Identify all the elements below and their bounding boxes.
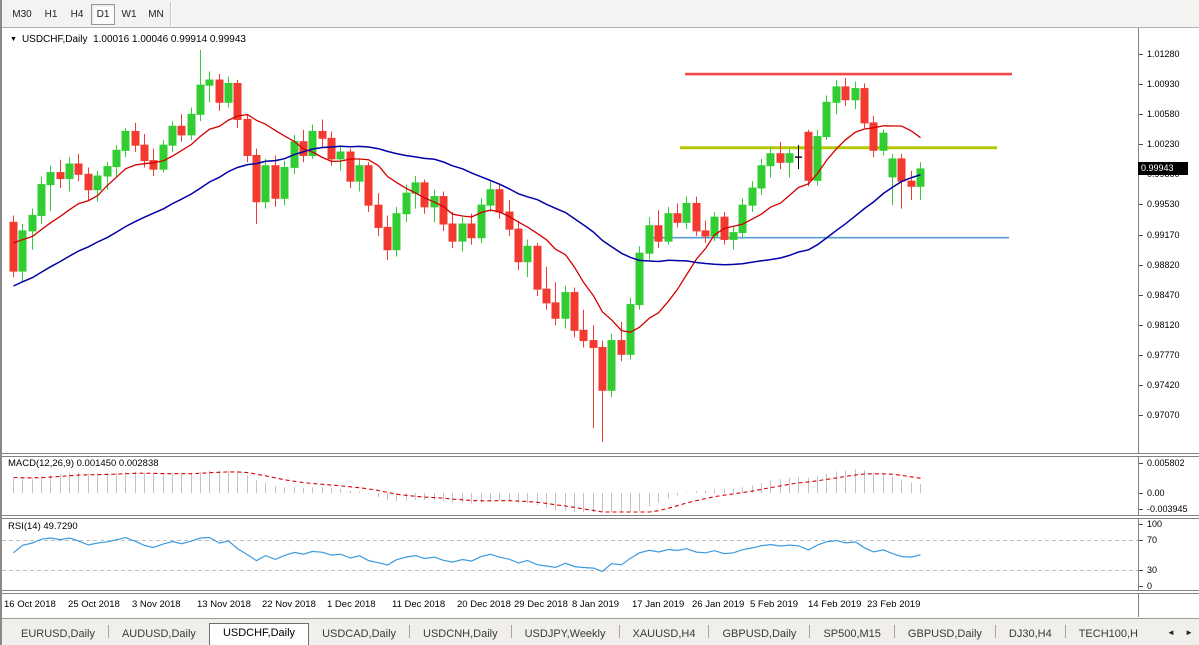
chart-ohlc-values: 1.00016 1.00046 0.99914 0.99943	[93, 34, 246, 45]
date-axis: 16 Oct 2018 25 Oct 2018 3 Nov 2018 13 Nov 2…	[2, 594, 1138, 617]
panel-separator	[2, 453, 1199, 457]
price-axis-label: 1.00230	[1147, 139, 1180, 149]
date-axis-label: 26 Jan 2019	[692, 599, 744, 610]
price-axis-label: 0.98470	[1147, 290, 1180, 300]
date-axis-label: 11 Dec 2018	[392, 599, 445, 610]
tab-scroll-arrows[interactable]: ◄ ►	[1167, 628, 1197, 637]
price-axis-label-tick	[1139, 415, 1143, 416]
date-axis-label: 29 Dec 2018	[514, 599, 568, 610]
chart-tab-gbpusd[interactable]: GBPUSD,Daily	[709, 625, 809, 645]
macd-axis-label: 0.00	[1147, 488, 1165, 498]
chart-tab-eurusd[interactable]: EURUSD,Daily	[8, 625, 108, 645]
date-axis-label: 22 Nov 2018	[262, 599, 316, 610]
macd-axis-label-tick	[1139, 493, 1143, 494]
price-axis-label-tick	[1139, 265, 1143, 266]
chart-tab-dj30[interactable]: DJ30,H4	[996, 625, 1065, 645]
rsi-indicator-label: RSI(14) 49.7290	[8, 521, 78, 532]
price-axis-label-tick	[1139, 235, 1143, 236]
price-axis-label: 1.00930	[1147, 79, 1180, 89]
timeframe-button-d1[interactable]: D1	[91, 4, 115, 25]
rsi-axis-label-tick	[1139, 586, 1143, 587]
price-axis-label-tick	[1139, 54, 1143, 55]
price-axis-label-tick	[1139, 114, 1143, 115]
price-axis-label-tick	[1139, 325, 1143, 326]
date-axis-label: 1 Dec 2018	[327, 599, 376, 610]
chart-tab-xauusd[interactable]: XAUUSD,H4	[620, 625, 709, 645]
timeframe-button-w1[interactable]: W1	[117, 4, 141, 25]
date-axis-label: 23 Feb 2019	[867, 599, 920, 610]
price-axis-label-tick	[1139, 295, 1143, 296]
price-axis-label: 1.01280	[1147, 49, 1180, 59]
rsi-axis-label: 70	[1147, 535, 1157, 545]
symbol-dropdown-icon[interactable]: ▼	[10, 36, 17, 43]
chart-tab-audusd[interactable]: AUDUSD,Daily	[109, 625, 209, 645]
price-axis-label: 0.98820	[1147, 260, 1180, 270]
date-axis-label: 14 Feb 2019	[808, 599, 861, 610]
rsi-axis-label: 30	[1147, 565, 1157, 575]
rsi-indicator-canvas[interactable]	[2, 517, 1138, 590]
date-axis-label: 3 Nov 2018	[132, 599, 181, 610]
price-axis-label: 0.97070	[1147, 410, 1180, 420]
macd-axis-label-tick	[1139, 509, 1143, 510]
price-axis-label: 0.97770	[1147, 350, 1180, 360]
date-axis-label: 5 Feb 2019	[750, 599, 798, 610]
panel-separator	[2, 590, 1199, 594]
macd-indicator-label: MACD(12,26,9) 0.001450 0.002838	[8, 458, 159, 469]
chart-symbol-label: USDCHF,Daily	[22, 34, 88, 45]
price-axis-label-tick	[1139, 144, 1143, 145]
price-axis-label-tick	[1139, 84, 1143, 85]
chart-tab-tech100[interactable]: TECH100,H	[1066, 625, 1151, 645]
date-axis-label: 25 Oct 2018	[68, 599, 120, 610]
chart-tab-gbpusd[interactable]: GBPUSD,Daily	[895, 625, 995, 645]
macd-axis-label: 0.005802	[1147, 458, 1185, 468]
rsi-axis-label-tick	[1139, 540, 1143, 541]
rsi-axis-label-tick	[1139, 570, 1143, 571]
chart-tab-usdcad[interactable]: USDCAD,Daily	[309, 625, 409, 645]
rsi-axis-label-tick	[1139, 524, 1143, 525]
rsi-axis-label: 0	[1147, 581, 1152, 591]
price-axis-label-tick	[1139, 355, 1143, 356]
price-axis: 1.012801.009301.005801.002300.998800.995…	[1138, 28, 1199, 617]
chart-tab-usdchf[interactable]: USDCHF,Daily	[209, 623, 309, 645]
timeframe-button-h1[interactable]: H1	[39, 4, 63, 25]
date-axis-label: 20 Dec 2018	[457, 599, 511, 610]
timeframe-button-m30[interactable]: M30	[7, 4, 37, 25]
toolbar-separator	[170, 2, 171, 26]
chart-tab-usdcnh[interactable]: USDCNH,Daily	[410, 625, 511, 645]
price-axis-label: 0.97420	[1147, 380, 1180, 390]
date-axis-label: 13 Nov 2018	[197, 599, 251, 610]
date-axis-label: 16 Oct 2018	[4, 599, 56, 610]
chart-header: ▼ USDCHF,Daily 1.00016 1.00046 0.99914 0.…	[10, 34, 246, 45]
chart-tab-sp500[interactable]: SP500,M15	[810, 625, 893, 645]
timeframe-button-h4[interactable]: H4	[65, 4, 89, 25]
price-axis-label: 0.99170	[1147, 230, 1180, 240]
rsi-axis-label: 100	[1147, 519, 1162, 529]
price-chart-canvas[interactable]	[2, 28, 1138, 453]
chart-tab-bar: EURUSD,DailyAUDUSD,DailyUSDCHF,DailyUSDC…	[2, 618, 1199, 645]
trading-terminal-window: M30H1H4D1W1MN ▼ USDCHF,Daily 1.00016 1.00…	[0, 0, 1199, 645]
current-price-tag: 0.99943	[1138, 162, 1188, 175]
panel-separator	[2, 515, 1199, 519]
price-axis-label-tick	[1139, 204, 1143, 205]
timeframe-toolbar: M30H1H4D1W1MN	[2, 0, 1199, 28]
price-axis-label: 0.99530	[1147, 199, 1180, 209]
chart-tab-usdjpy[interactable]: USDJPY,Weekly	[512, 625, 619, 645]
macd-axis-label: -0.003945	[1147, 504, 1188, 514]
date-axis-label: 8 Jan 2019	[572, 599, 619, 610]
macd-axis-label-tick	[1139, 463, 1143, 464]
timeframe-button-mn[interactable]: MN	[143, 4, 169, 25]
price-axis-label-tick	[1139, 385, 1143, 386]
date-axis-label: 17 Jan 2019	[632, 599, 684, 610]
price-axis-label: 0.98120	[1147, 320, 1180, 330]
macd-indicator-canvas[interactable]	[2, 456, 1138, 515]
price-axis-label: 1.00580	[1147, 109, 1180, 119]
